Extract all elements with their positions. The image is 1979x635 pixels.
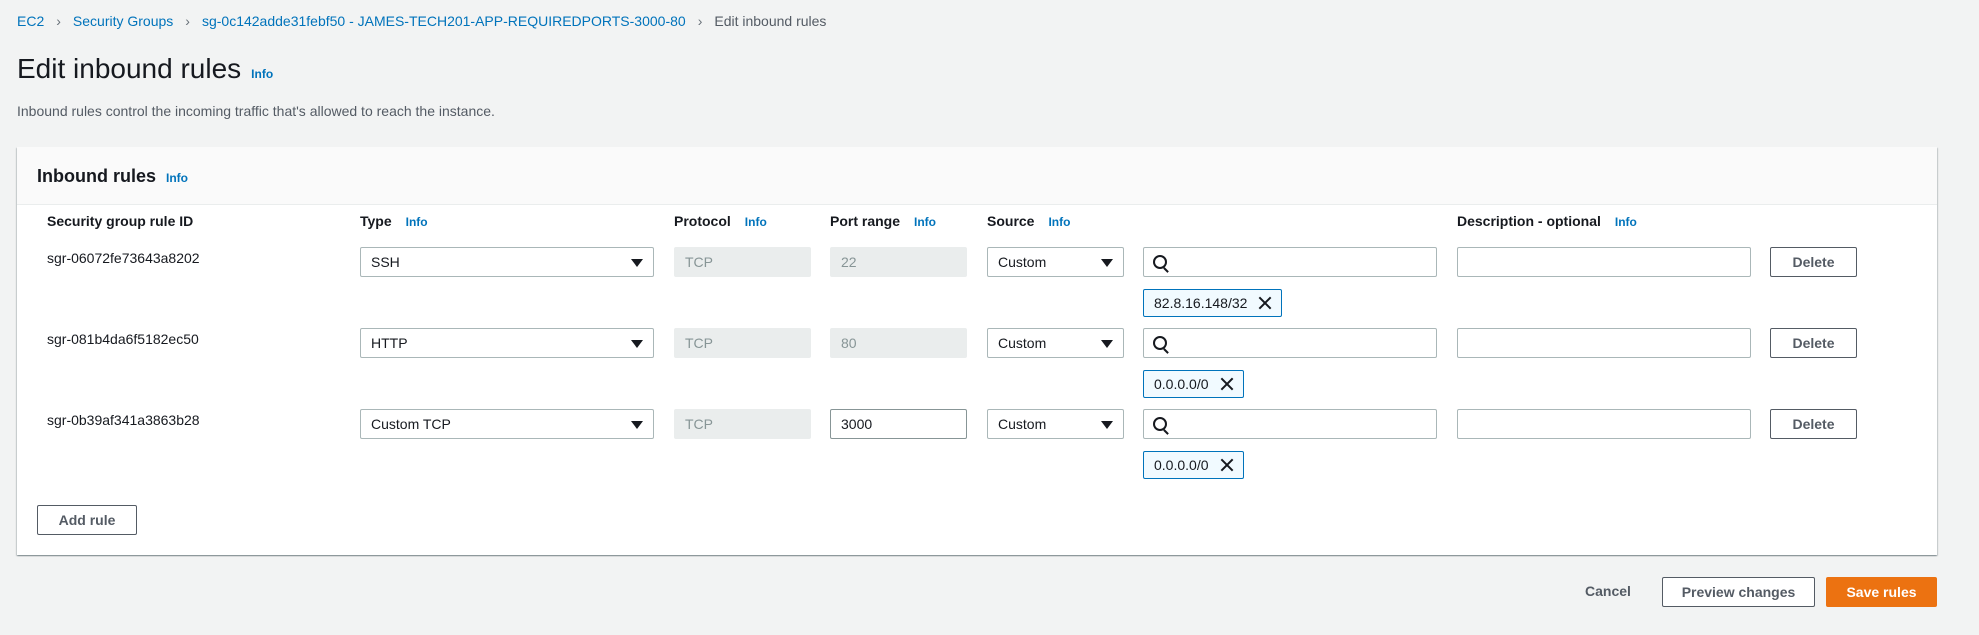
delete-rule-button[interactable]: Delete — [1770, 328, 1857, 358]
breadcrumb-security-groups[interactable]: Security Groups — [73, 13, 173, 29]
save-rules-button[interactable]: Save rules — [1826, 577, 1937, 607]
port-range-input[interactable]: 3000 — [830, 409, 967, 439]
caret-down-icon — [631, 259, 643, 267]
rule-id: sgr-0b39af341a3863b28 — [47, 412, 200, 428]
source-select[interactable]: Custom — [987, 247, 1124, 277]
type-select[interactable]: SSH — [360, 247, 654, 277]
col-head-rule-id: Security group rule ID — [47, 213, 193, 229]
source-info-link[interactable]: Info — [1048, 215, 1070, 229]
search-icon — [1153, 336, 1167, 350]
search-icon — [1153, 255, 1167, 269]
cidr-token-label: 0.0.0.0/0 — [1154, 457, 1209, 473]
protocol-info-link[interactable]: Info — [745, 215, 767, 229]
rule-id: sgr-06072fe73643a8202 — [47, 250, 200, 266]
protocol-input: TCP — [674, 328, 811, 358]
type-select-value: HTTP — [371, 335, 408, 351]
cidr-token: 0.0.0.0/0 — [1143, 370, 1244, 398]
col-port-range-label: Port range — [830, 213, 901, 229]
breadcrumb-security-group[interactable]: sg-0c142adde31febf50 - JAMES-TECH201-APP… — [202, 13, 686, 29]
add-rule-button[interactable]: Add rule — [37, 505, 137, 535]
cidr-token-label: 82.8.16.148/32 — [1154, 295, 1248, 311]
protocol-input: TCP — [674, 409, 811, 439]
cidr-token: 82.8.16.148/32 — [1143, 289, 1283, 317]
col-type-label: Type — [360, 213, 392, 229]
col-protocol-label: Protocol — [674, 213, 731, 229]
protocol-input: TCP — [674, 247, 811, 277]
description-input[interactable] — [1457, 328, 1751, 358]
page-title-row: Edit inbound rules Info — [17, 53, 273, 85]
type-select[interactable]: Custom TCP — [360, 409, 654, 439]
col-rule-id-label: Security group rule ID — [47, 213, 194, 229]
delete-rule-button[interactable]: Delete — [1770, 247, 1857, 277]
cidr-search-input[interactable] — [1143, 409, 1437, 439]
page-description: Inbound rules control the incoming traff… — [17, 103, 495, 119]
description-input[interactable] — [1457, 409, 1751, 439]
page-title: Edit inbound rules — [17, 53, 242, 84]
port-range-info-link[interactable]: Info — [914, 215, 936, 229]
col-source-label: Source — [987, 213, 1035, 229]
port-range-input: 22 — [830, 247, 967, 277]
chevron-right-icon: › — [56, 13, 61, 29]
close-icon[interactable] — [1219, 457, 1235, 473]
breadcrumb-ec2[interactable]: EC2 — [17, 13, 44, 29]
delete-rule-button[interactable]: Delete — [1770, 409, 1857, 439]
col-head-type: Type Info — [360, 213, 428, 229]
chevron-right-icon: › — [185, 13, 190, 29]
breadcrumb: EC2 › Security Groups › sg-0c142adde31fe… — [17, 13, 826, 29]
source-select[interactable]: Custom — [987, 328, 1124, 358]
caret-down-icon — [1101, 340, 1113, 348]
chevron-right-icon: › — [697, 13, 703, 29]
close-icon[interactable] — [1219, 376, 1235, 392]
col-description-label: Description - optional — [1457, 213, 1601, 229]
panel-title-row: Inbound rules Info — [37, 166, 188, 187]
panel-title: Inbound rules — [37, 166, 156, 186]
type-select[interactable]: HTTP — [360, 328, 654, 358]
close-icon[interactable] — [1257, 295, 1273, 311]
page-info-link[interactable]: Info — [251, 67, 273, 81]
breadcrumb-current: Edit inbound rules — [714, 13, 827, 29]
search-icon — [1153, 417, 1167, 431]
type-select-value: SSH — [371, 254, 400, 270]
col-head-protocol: Protocol Info — [674, 213, 767, 229]
source-select-value: Custom — [998, 254, 1047, 270]
caret-down-icon — [631, 340, 643, 348]
cidr-search-input[interactable] — [1143, 328, 1437, 358]
description-info-link[interactable]: Info — [1615, 215, 1637, 229]
type-select-value: Custom TCP — [371, 416, 451, 432]
source-select-value: Custom — [998, 335, 1047, 351]
col-head-description: Description - optional Info — [1457, 213, 1637, 229]
col-head-port-range: Port range Info — [830, 213, 936, 229]
type-info-link[interactable]: Info — [406, 215, 428, 229]
caret-down-icon — [1101, 259, 1113, 267]
cancel-button[interactable]: Cancel — [1568, 577, 1648, 607]
inbound-rules-panel: Inbound rules Info Security group rule I… — [17, 147, 1937, 555]
col-head-source: Source Info — [987, 213, 1070, 229]
panel-info-link[interactable]: Info — [166, 171, 188, 185]
caret-down-icon — [1101, 421, 1113, 429]
port-range-input: 80 — [830, 328, 967, 358]
caret-down-icon — [631, 421, 643, 429]
rule-id: sgr-081b4da6f5182ec50 — [47, 331, 199, 347]
source-select[interactable]: Custom — [987, 409, 1124, 439]
description-input[interactable] — [1457, 247, 1751, 277]
panel-header: Inbound rules Info — [17, 147, 1937, 205]
cidr-search-input[interactable] — [1143, 247, 1437, 277]
cidr-token: 0.0.0.0/0 — [1143, 451, 1244, 479]
cidr-token-label: 0.0.0.0/0 — [1154, 376, 1209, 392]
preview-changes-button[interactable]: Preview changes — [1662, 577, 1815, 607]
source-select-value: Custom — [998, 416, 1047, 432]
